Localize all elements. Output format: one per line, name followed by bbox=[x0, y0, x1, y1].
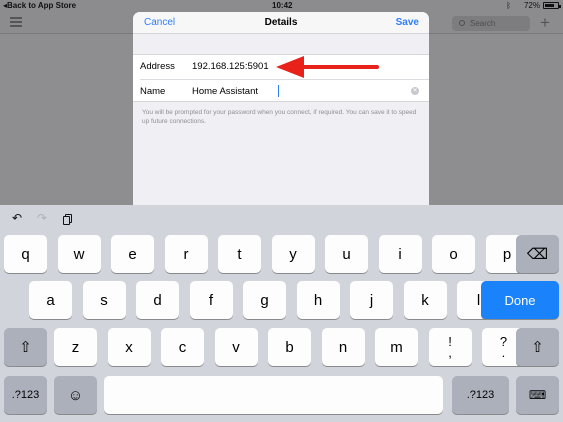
sheet-title: Details bbox=[264, 17, 298, 28]
details-sheet: Cancel Details Save Address Name ✕ You w… bbox=[133, 12, 429, 212]
keyboard-dismiss-key[interactable]: ⌨ bbox=[516, 376, 559, 414]
key-y[interactable]: y bbox=[271, 235, 315, 273]
emoji-icon: ☺ bbox=[67, 386, 84, 404]
done-key[interactable]: Done bbox=[481, 281, 559, 319]
clear-text-icon[interactable]: ✕ bbox=[411, 86, 419, 95]
key-d[interactable]: d bbox=[136, 281, 179, 319]
name-label: Name bbox=[140, 85, 166, 97]
key-w[interactable]: w bbox=[57, 235, 101, 273]
software-keyboard: ↶ ↷ q w e r t y u i o p ⌫ a s d f g h j k l Done ⇧ z x c v b n m!,?.… bbox=[0, 205, 563, 422]
key-n[interactable]: n bbox=[321, 328, 365, 366]
key-e[interactable]: e bbox=[111, 235, 154, 273]
key-z[interactable]: z bbox=[54, 328, 97, 366]
key-f[interactable]: f bbox=[189, 281, 233, 319]
key-bottom-char: , bbox=[448, 345, 452, 360]
key-r[interactable]: r bbox=[164, 235, 208, 273]
search-icon bbox=[459, 20, 465, 26]
key-u[interactable]: u bbox=[325, 235, 368, 273]
clock: 10:42 bbox=[272, 1, 293, 10]
add-icon: + bbox=[540, 13, 550, 32]
key-a[interactable]: a bbox=[29, 281, 72, 319]
undo-icon[interactable]: ↶ bbox=[12, 211, 22, 225]
key-g[interactable]: g bbox=[243, 281, 286, 319]
paste-icon[interactable] bbox=[63, 214, 72, 225]
key-h[interactable]: h bbox=[296, 281, 340, 319]
key-q[interactable]: q bbox=[4, 235, 47, 273]
battery-fill bbox=[545, 4, 554, 7]
name-field[interactable] bbox=[192, 82, 412, 100]
battery-percent: 72% bbox=[523, 1, 540, 10]
backspace-icon: ⌫ bbox=[526, 246, 549, 263]
key-i[interactable]: i bbox=[378, 235, 422, 273]
key-j[interactable]: j bbox=[350, 281, 393, 319]
menu-icon bbox=[10, 17, 22, 27]
annotation-arrow bbox=[276, 56, 379, 78]
shift-key-left[interactable]: ⇧ bbox=[4, 328, 47, 366]
key-c[interactable]: c bbox=[161, 328, 204, 366]
back-label: Back to App Store bbox=[7, 1, 77, 10]
key-t[interactable]: t bbox=[218, 235, 261, 273]
shift-icon: ⇧ bbox=[531, 339, 544, 356]
key-s[interactable]: s bbox=[82, 281, 126, 319]
password-hint: You will be prompted for your password w… bbox=[142, 109, 417, 125]
sheet-navigation-bar: Cancel Details Save bbox=[133, 12, 429, 34]
key-k[interactable]: k bbox=[403, 281, 447, 319]
shift-icon: ⇧ bbox=[19, 339, 32, 356]
backspace-key[interactable]: ⌫ bbox=[516, 235, 559, 273]
bluetooth-icon: ᛒ bbox=[506, 1, 511, 10]
keyboard-shortcut-bar: ↶ ↷ bbox=[0, 205, 563, 231]
text-cursor bbox=[278, 84, 279, 97]
address-label: Address bbox=[140, 61, 175, 72]
background-search-field: Search bbox=[452, 16, 530, 31]
emoji-key[interactable]: ☺ bbox=[54, 376, 97, 414]
name-row: Name ✕ bbox=[140, 78, 429, 103]
shift-key-right[interactable]: ⇧ bbox=[516, 328, 559, 366]
status-bar: ◂Back to App Store 10:42 ᛒ 72% bbox=[0, 0, 563, 12]
battery-status: ᛒ 72% bbox=[506, 1, 561, 10]
redo-icon[interactable]: ↷ bbox=[37, 211, 47, 225]
save-button[interactable]: Save bbox=[396, 17, 419, 28]
key-o[interactable]: o bbox=[432, 235, 475, 273]
key-m[interactable]: m bbox=[375, 328, 418, 366]
key-b[interactable]: b bbox=[268, 328, 311, 366]
battery-icon bbox=[543, 2, 561, 9]
numbers-key-left[interactable]: .?123 bbox=[4, 376, 47, 414]
keyboard-dismiss-icon: ⌨ bbox=[528, 388, 547, 402]
numbers-key-right[interactable]: .?123 bbox=[452, 376, 509, 414]
key-v[interactable]: v bbox=[214, 328, 258, 366]
space-bar[interactable] bbox=[104, 376, 443, 414]
key-exclamation-comma[interactable]: !, bbox=[428, 328, 472, 366]
key-x[interactable]: x bbox=[107, 328, 151, 366]
key-bottom-char: . bbox=[501, 345, 506, 360]
back-to-app-store-link[interactable]: ◂Back to App Store bbox=[3, 1, 76, 10]
search-placeholder: Search bbox=[470, 19, 496, 28]
